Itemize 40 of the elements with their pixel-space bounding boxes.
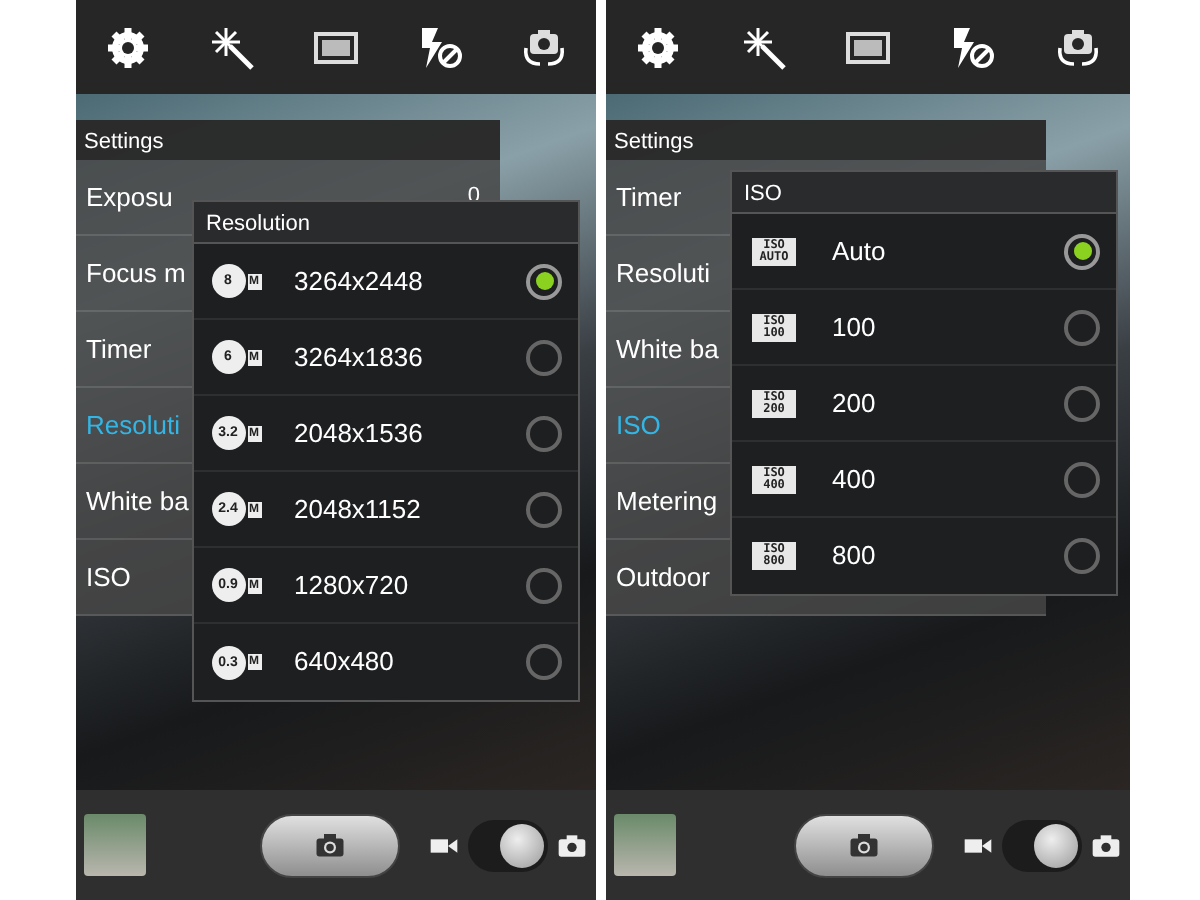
radio-button[interactable] xyxy=(1064,233,1100,269)
settings-icon[interactable] xyxy=(104,23,152,71)
radio-button[interactable] xyxy=(526,415,562,451)
photo-thumbnail[interactable] xyxy=(84,814,146,876)
radio-button[interactable] xyxy=(526,644,562,680)
radio-button[interactable] xyxy=(1064,385,1100,421)
camera-icon xyxy=(1090,829,1122,861)
radio-button[interactable] xyxy=(1064,309,1100,345)
flash-off-icon[interactable] xyxy=(948,23,997,71)
photo-thumbnail[interactable] xyxy=(614,814,676,876)
option-label: 200 xyxy=(832,385,878,422)
popup-title: Resolution xyxy=(194,202,578,244)
mode-toggle[interactable] xyxy=(468,819,548,871)
option-label: 3264x1836 xyxy=(294,339,425,376)
camera-icon xyxy=(556,829,588,861)
option-label: 1280x720 xyxy=(294,567,411,604)
popup-title: ISO xyxy=(732,172,1116,214)
option-label: 3264x2448 xyxy=(294,263,425,300)
radio-button[interactable] xyxy=(1064,538,1100,574)
mode-toggle[interactable] xyxy=(1002,819,1082,871)
radio-button[interactable] xyxy=(526,263,562,299)
option-label: 2048x1152 xyxy=(294,491,423,528)
shutter-button[interactable] xyxy=(794,813,934,877)
radio-button[interactable] xyxy=(1064,461,1100,497)
option-label: 100 xyxy=(832,309,878,346)
magic-wand-icon[interactable] xyxy=(739,23,788,71)
flash-off-icon[interactable] xyxy=(416,23,464,71)
option-label: 400 xyxy=(832,461,878,498)
option-label: Auto xyxy=(832,233,888,270)
shutter-button[interactable] xyxy=(260,813,400,877)
option-label: 640x480 xyxy=(294,644,396,681)
panel-title: Settings xyxy=(606,120,1046,160)
option-label: 800 xyxy=(832,538,878,575)
radio-button[interactable] xyxy=(526,339,562,375)
option-label: 2048x1536 xyxy=(294,415,425,452)
radio-button[interactable] xyxy=(526,491,562,527)
magic-wand-icon[interactable] xyxy=(208,23,256,71)
panel-title: Settings xyxy=(76,120,500,160)
radio-button[interactable] xyxy=(526,567,562,603)
settings-icon[interactable] xyxy=(634,23,683,71)
